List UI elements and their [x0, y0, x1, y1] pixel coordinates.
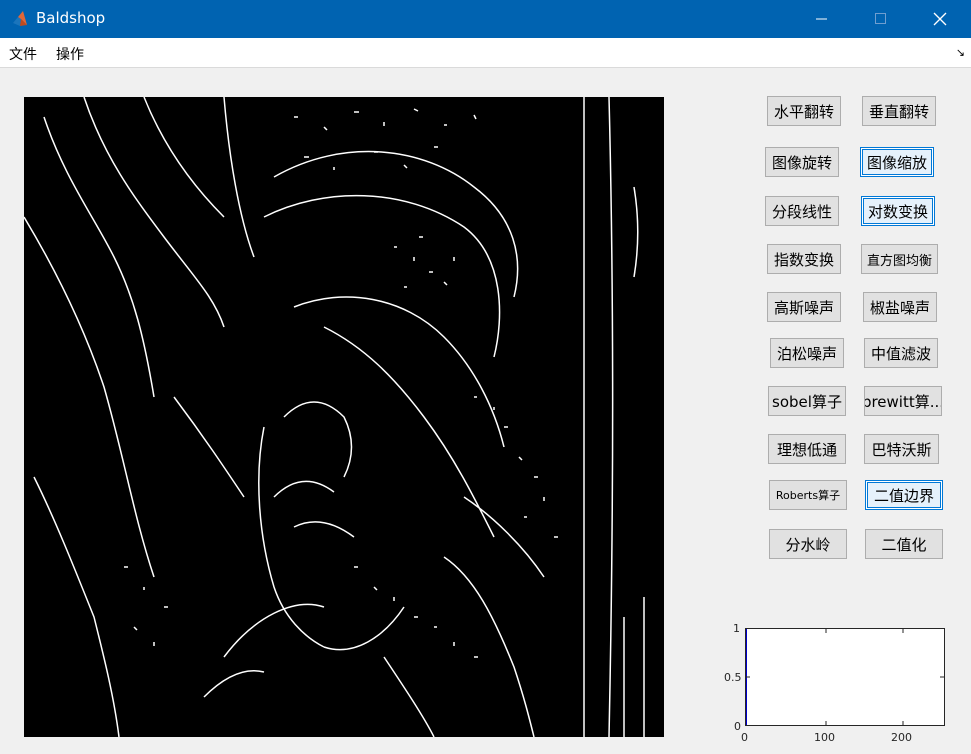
menu-bar: 文件 操作 ↘: [0, 38, 971, 68]
piecewise-linear-button[interactable]: 分段线性: [765, 196, 839, 226]
histogram-equalization-button[interactable]: 直方图均衡: [861, 244, 938, 274]
y-tick-label: 1: [733, 622, 740, 635]
minimize-icon: [816, 18, 827, 20]
watershed-button[interactable]: 分水岭: [769, 529, 847, 559]
menu-operations[interactable]: 操作: [56, 44, 84, 64]
scale-image-button[interactable]: 图像缩放: [860, 147, 934, 177]
butterworth-button[interactable]: 巴特沃斯: [864, 434, 939, 464]
binary-boundary-button[interactable]: 二值边界: [865, 480, 943, 510]
sobel-operator-button[interactable]: sobel算子: [768, 386, 846, 416]
rotate-image-button[interactable]: 图像旋转: [765, 147, 839, 177]
flip-horizontal-button[interactable]: 水平翻转: [767, 96, 841, 126]
minimize-button[interactable]: [793, 0, 851, 38]
close-button[interactable]: [911, 0, 969, 38]
prewitt-operator-button[interactable]: prewitt算...: [864, 386, 942, 416]
median-filter-button[interactable]: 中值滤波: [864, 338, 938, 368]
histogram-axes: [745, 628, 945, 726]
matlab-app-icon: [13, 11, 27, 26]
x-tick-label: 200: [891, 731, 912, 744]
binarize-button[interactable]: 二值化: [865, 529, 943, 559]
window-title: Baldshop: [36, 9, 106, 27]
maximize-icon: [875, 13, 886, 24]
gaussian-noise-button[interactable]: 高斯噪声: [767, 292, 841, 322]
flip-vertical-button[interactable]: 垂直翻转: [862, 96, 936, 126]
histogram-plot: [745, 629, 944, 725]
edge-image: [24, 97, 645, 737]
dock-arrow-icon[interactable]: ↘: [956, 46, 965, 59]
roberts-operator-button[interactable]: Roberts算子: [769, 480, 847, 510]
maximize-button[interactable]: [852, 0, 910, 38]
close-icon: [933, 12, 947, 26]
salt-pepper-noise-button[interactable]: 椒盐噪声: [863, 292, 937, 322]
poisson-noise-button[interactable]: 泊松噪声: [770, 338, 844, 368]
exp-transform-button[interactable]: 指数变换: [767, 244, 841, 274]
title-bar: Baldshop: [0, 0, 971, 38]
log-transform-button[interactable]: 对数变换: [861, 196, 935, 226]
y-tick-label: 0: [734, 720, 741, 733]
edge-image-display: [24, 97, 664, 737]
y-tick-label: 0.5: [724, 671, 742, 684]
x-tick-label: 0: [741, 731, 748, 744]
menu-file[interactable]: 文件: [9, 44, 37, 64]
x-tick-label: 100: [814, 731, 835, 744]
ideal-lowpass-button[interactable]: 理想低通: [768, 434, 846, 464]
